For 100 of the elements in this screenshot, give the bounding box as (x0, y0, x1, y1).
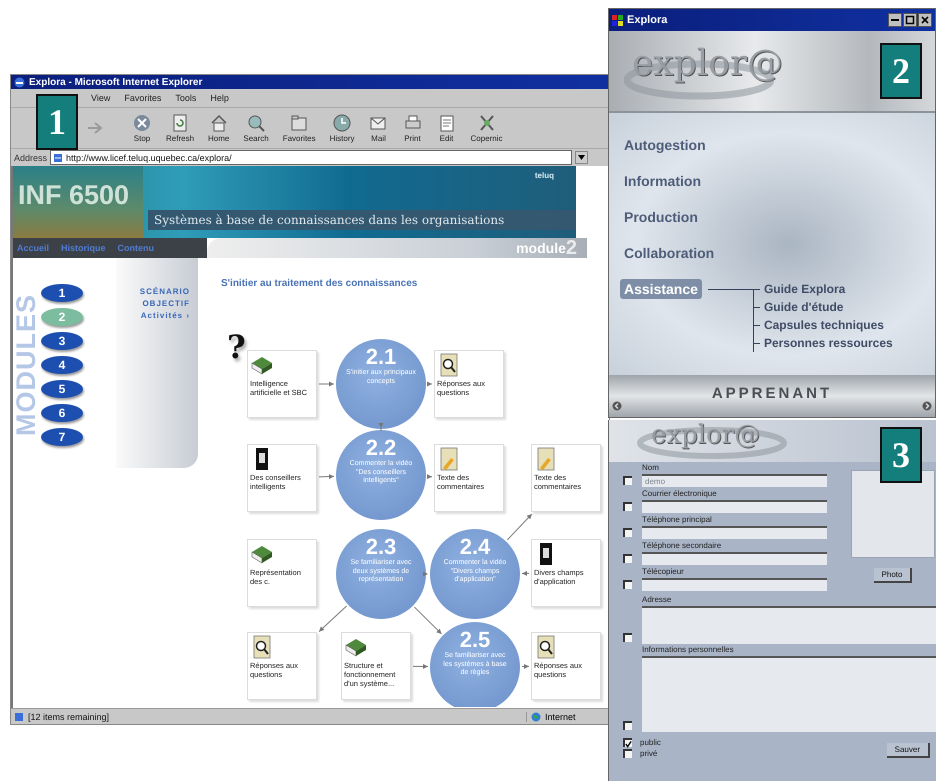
menu-item[interactable]: View (91, 93, 110, 103)
modules-heading: MODULES (13, 293, 39, 438)
magnifier-icon (246, 113, 266, 133)
text-area[interactable] (642, 656, 936, 732)
page-icon (53, 152, 64, 162)
module-label: module (516, 240, 566, 256)
arrow (414, 606, 442, 634)
minimize-icon (891, 19, 899, 21)
input-field[interactable] (642, 526, 827, 539)
menu-item[interactable]: Favorites (124, 93, 162, 103)
maximize-icon (905, 15, 915, 25)
question-mark: ? (227, 329, 247, 365)
arrow (412, 664, 428, 669)
checkmark-icon (625, 740, 632, 748)
module-button[interactable]: 7 (41, 428, 83, 446)
field-label: Télécopieur (642, 566, 685, 578)
menu-item[interactable]: Tools (175, 93, 196, 103)
stop-icon (132, 113, 152, 133)
house-icon (208, 113, 229, 133)
field-label: Courrier électronique (642, 488, 718, 500)
input-field[interactable] (642, 500, 827, 513)
side-link[interactable]: OBJECTIF (142, 298, 190, 310)
window-title: Explora (627, 14, 668, 26)
toolbar-button[interactable]: Stop (127, 113, 157, 143)
minimize-button[interactable] (888, 13, 902, 27)
submenu-item[interactable]: Guide Explora (764, 282, 846, 296)
toolbar-button[interactable]: Refresh (161, 113, 200, 143)
checkbox[interactable] (623, 721, 632, 730)
input-field[interactable]: demo (642, 474, 827, 487)
toolbar-button[interactable]: Edit (432, 113, 462, 143)
side-link[interactable]: Activités › (140, 310, 190, 322)
arrow (318, 382, 334, 386)
maximize-button[interactable] (903, 13, 917, 27)
arrow (506, 514, 532, 540)
arrow (522, 664, 530, 669)
checkbox[interactable] (623, 528, 632, 537)
toolbar-button[interactable]: Home (203, 113, 234, 143)
checkbox[interactable] (623, 633, 632, 642)
toolbar-button[interactable]: Copernic (466, 113, 508, 143)
side-link[interactable]: SCÉNARIO (140, 286, 190, 298)
input-field[interactable] (642, 578, 827, 591)
checkbox[interactable] (623, 580, 632, 589)
banner-subtitle: Systèmes à base de connaissances dans les organisations (148, 210, 576, 230)
module-button[interactable]: 3 (41, 332, 83, 350)
checkbox-label: public (640, 738, 661, 747)
toolbar-button[interactable]: Mail (364, 113, 394, 143)
module-button[interactable]: 6 (41, 404, 83, 422)
toolbar-button[interactable]: Print (398, 113, 428, 143)
checkbox[interactable] (623, 738, 632, 747)
page-icon (14, 712, 24, 722)
globe-icon (531, 712, 541, 722)
submenu-item[interactable]: Personnes ressources (764, 336, 893, 350)
callout-number: 1 (36, 94, 78, 150)
arrow (378, 423, 384, 432)
course-code: INF 6500 (18, 180, 130, 211)
status-text: [12 items remaining] (28, 712, 110, 722)
field-label: Adresse (642, 594, 672, 606)
field-label: Informations personnelles (642, 644, 735, 656)
address-label: Address (14, 152, 48, 162)
submenu-item[interactable]: Capsules techniques (764, 318, 884, 332)
address-field[interactable]: http://www.licef.teluq.uquebec.ca/explora/ (50, 150, 572, 165)
toolbar-button[interactable]: History (324, 113, 360, 143)
module-number: 2 (566, 236, 577, 260)
menu-item[interactable]: Collaboration (624, 243, 714, 263)
module-button[interactable]: 5 (41, 380, 83, 398)
checkbox[interactable] (623, 749, 632, 758)
arrow (318, 606, 348, 632)
menu-item[interactable]: Help (210, 93, 229, 103)
checkbox[interactable] (623, 476, 632, 485)
footer-label: APPRENANT (712, 384, 832, 402)
input-field[interactable] (642, 552, 827, 565)
zone-label: Internet (545, 712, 576, 722)
submenu-item[interactable]: Guide d'étude (764, 300, 844, 314)
module-button[interactable]: 1 (41, 284, 83, 302)
menu-item[interactable]: Production (624, 207, 698, 227)
photo-button[interactable]: Photo (874, 568, 912, 583)
forward-arrow-icon (87, 121, 105, 135)
arrow (426, 474, 432, 480)
app-icon (612, 14, 623, 26)
checkbox[interactable] (623, 502, 632, 511)
arrow (522, 570, 530, 576)
checkbox[interactable] (623, 554, 632, 563)
caret-icon (578, 155, 585, 160)
module-button[interactable]: 4 (41, 356, 83, 374)
field-label: Téléphone principal (642, 514, 713, 526)
save-button[interactable]: Sauver (886, 743, 930, 758)
toolbar-button[interactable]: Favorites (278, 113, 321, 143)
menu-item[interactable]: Information (624, 171, 701, 191)
browser-logo-icon (14, 76, 25, 88)
arrow (318, 474, 335, 480)
folder-icon (289, 113, 310, 133)
menu-item[interactable]: Autogestion (624, 135, 706, 155)
toolbar-button[interactable]: Search (238, 113, 274, 143)
callout-number: 2 (880, 43, 922, 99)
text-area[interactable] (642, 606, 936, 644)
close-button[interactable] (918, 13, 932, 27)
field-label: Nom (642, 462, 660, 474)
callout-number: 3 (880, 427, 922, 483)
checkbox-label: privé (640, 749, 658, 758)
dropdown-button[interactable] (575, 151, 588, 164)
